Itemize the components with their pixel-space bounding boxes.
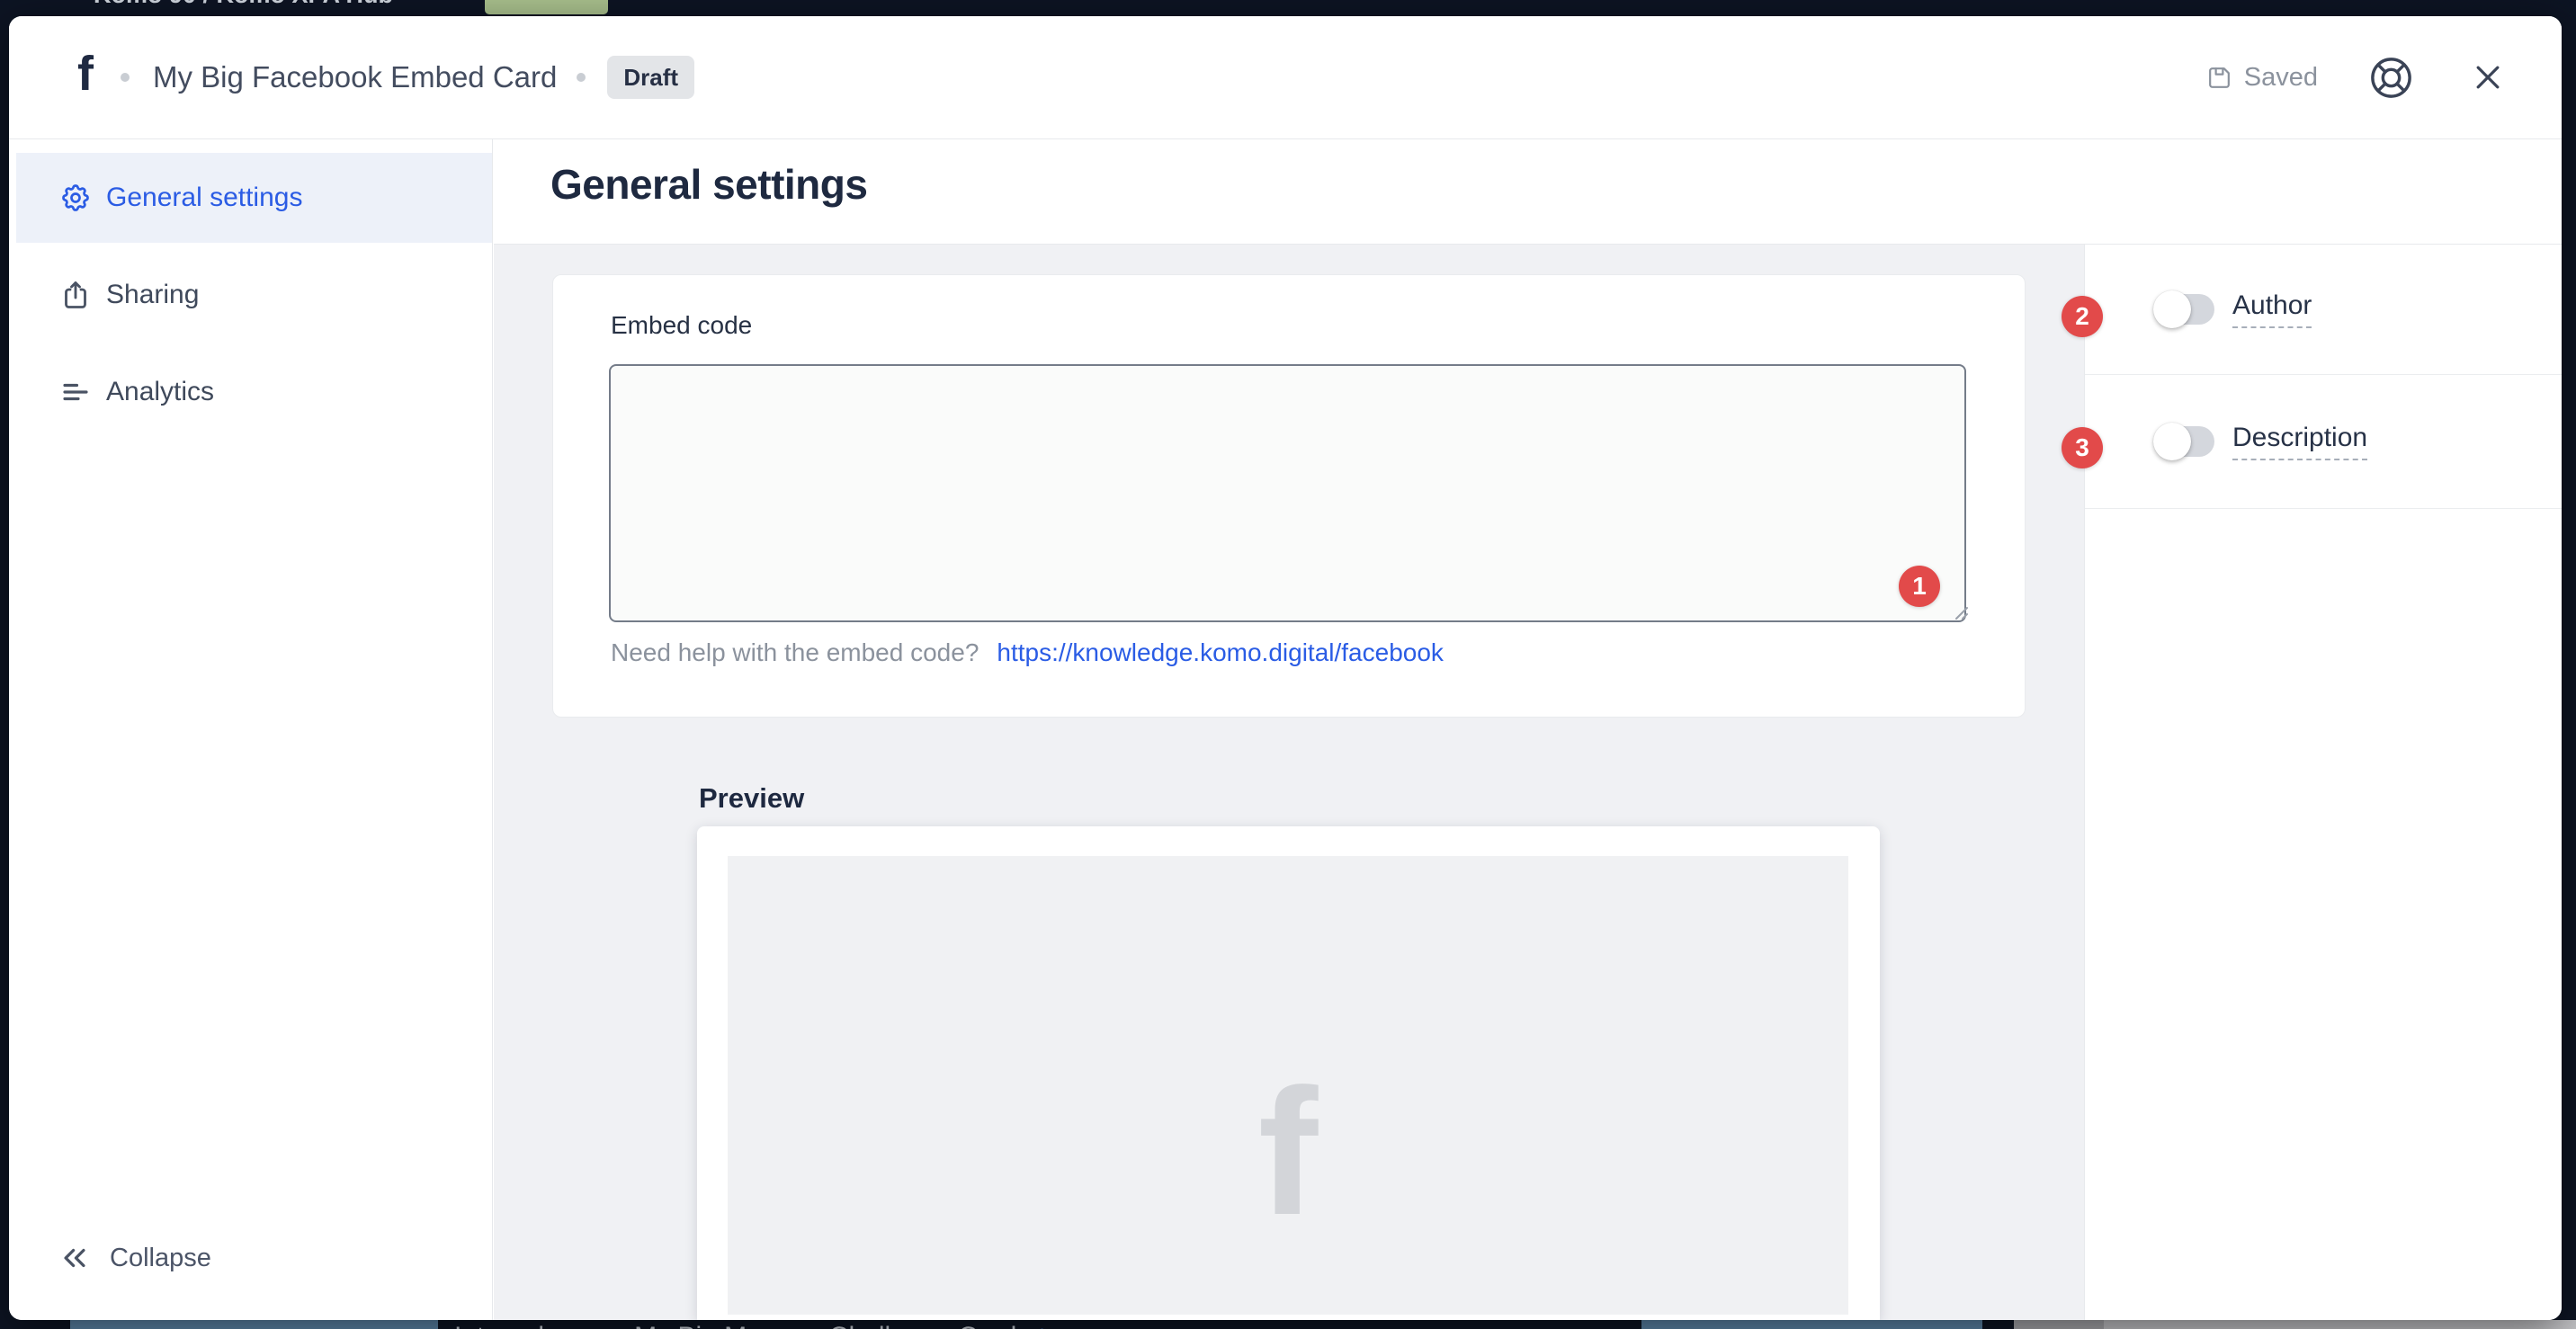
facebook-logo-icon: f [77, 47, 94, 101]
close-icon [2476, 66, 2500, 89]
close-button[interactable] [2470, 59, 2506, 95]
gear-icon [59, 182, 92, 214]
background-breadcrumb-text: Komo 90 / Komo XPA Hub [94, 0, 393, 8]
sidebar-item-label: Sharing [106, 280, 200, 309]
preview-heading: Preview [699, 782, 805, 814]
share-icon [59, 279, 92, 311]
description-toggle[interactable] [2153, 423, 2214, 460]
saved-label: Saved [2243, 62, 2318, 92]
internal-name-text: Internal name: My Big Memory Challenge C… [454, 1322, 1049, 1329]
embed-help-text: Need help with the embed code? [611, 638, 979, 666]
internal-name-label: Internal name: My Big Memory Challenge C… [454, 1322, 1016, 1329]
lifebuoy-support-icon [2371, 57, 2411, 98]
textarea-resize-handle[interactable] [1949, 601, 1969, 620]
floppy-save-icon [2208, 67, 2230, 88]
sidebar-item-label: Analytics [106, 377, 215, 406]
author-toggle[interactable] [2153, 290, 2214, 328]
bars-icon [59, 376, 92, 408]
header-actions: Saved [2205, 53, 2506, 103]
heading-band: General settings [494, 139, 2562, 245]
step-badge-2: 2 [2062, 296, 2103, 337]
sidebar-item-general-settings[interactable]: General settings [16, 153, 492, 243]
collapse-sidebar-button[interactable]: Collapse [59, 1243, 211, 1273]
settings-sidebar: General settings Sharing Analytics Colla… [9, 139, 493, 1320]
modal-header: f My Big Facebook Embed Card Draft Saved [9, 16, 2562, 139]
author-toggle-row: Author [2085, 245, 2562, 375]
sidebar-item-sharing[interactable]: Sharing [9, 250, 492, 340]
embed-help-link[interactable]: https://knowledge.komo.digital/facebook [997, 638, 1444, 667]
sidebar-item-analytics[interactable]: Analytics [9, 347, 492, 437]
author-toggle-label: Author [2232, 290, 2312, 328]
background-accent-bar [1641, 1320, 1982, 1329]
embed-help-row: Need help with the embed code? https://k… [611, 638, 1444, 667]
background-scrollbar-fragment [2104, 1320, 2576, 1329]
toggle-knob [2153, 290, 2191, 328]
page-title: General settings [550, 161, 868, 208]
embed-code-input[interactable] [609, 364, 1966, 622]
display-options-panel: Author Description [2084, 245, 2562, 1320]
dot-separator [120, 73, 130, 82]
draft-status-badge: Draft [607, 56, 695, 99]
background-accent-bar [70, 1320, 438, 1329]
background-status-badge [485, 0, 608, 14]
support-button[interactable] [2366, 53, 2416, 103]
sidebar-item-label: General settings [106, 183, 303, 212]
saved-indicator: Saved [2205, 63, 2318, 93]
toggle-knob [2153, 423, 2191, 460]
preview-card: f [697, 826, 1880, 1320]
collapse-label: Collapse [110, 1243, 211, 1272]
dot-separator [577, 73, 586, 82]
background-page-bottom: Internal name: My Big Memory Challenge C… [0, 1320, 2576, 1329]
card-editor-modal: f My Big Facebook Embed Card Draft Saved… [9, 16, 2562, 1320]
description-toggle-row: Description [2085, 375, 2562, 509]
card-title: My Big Facebook Embed Card [152, 60, 558, 94]
preview-placeholder-area: f [728, 856, 1848, 1315]
background-page-top: Komo 90 / Komo XPA Hub [0, 0, 2576, 16]
edit-icon [1041, 1328, 1044, 1329]
background-scrollbar-fragment [2014, 1320, 2104, 1329]
facebook-placeholder-icon: f [1257, 1052, 1319, 1253]
double-chevron-left-icon [64, 1248, 85, 1268]
description-toggle-label: Description [2232, 423, 2368, 460]
step-badge-3: 3 [2062, 427, 2103, 468]
step-badge-1: 1 [1899, 566, 1940, 607]
embed-code-card: Embed code Need help with the embed code… [552, 274, 2026, 718]
embed-code-label: Embed code [611, 311, 753, 339]
